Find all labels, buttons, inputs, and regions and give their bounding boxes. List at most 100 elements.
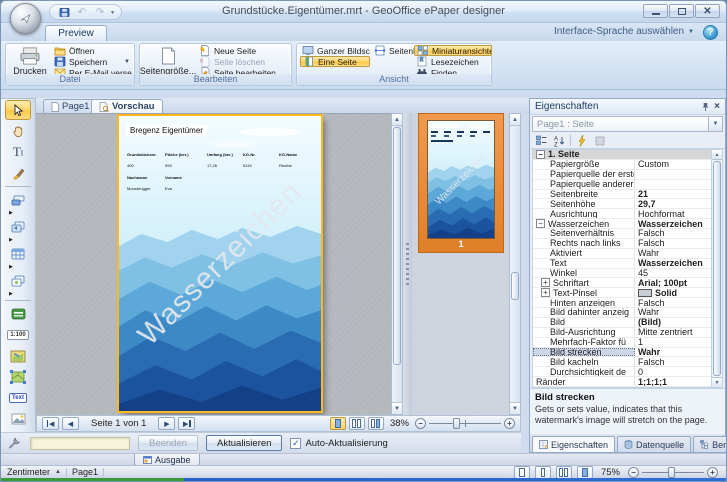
chevron-up-icon[interactable]: ▲	[55, 469, 61, 475]
last-page-button[interactable]: ▶	[178, 417, 196, 430]
next-page-button[interactable]: ▶	[158, 417, 176, 430]
zoom-out-button[interactable]: −	[415, 418, 426, 429]
preview-canvas[interactable]: Wasserzeichen Bregenz Eigentümer Grundst…	[36, 113, 391, 415]
band-tool-dropdown[interactable]: ▶	[1, 210, 35, 216]
aktualisieren-button[interactable]: Aktualisieren	[206, 435, 283, 451]
pin-icon[interactable]	[701, 102, 710, 112]
status-view-mode-3[interactable]	[555, 465, 572, 479]
property-row-23[interactable]: Ränder 1;1;1;1	[533, 377, 711, 387]
status-view-mode-2[interactable]	[534, 465, 551, 479]
events-button[interactable]	[574, 134, 589, 147]
status-zoom-slider[interactable]: − +	[628, 466, 718, 478]
property-row-22[interactable]: Durchsichtigkeit de 0	[533, 367, 711, 378]
drucken-button[interactable]: Drucken	[8, 46, 52, 77]
text-label-tool[interactable]: Text	[5, 388, 31, 408]
categorized-view-button[interactable]	[534, 134, 549, 147]
text-tool[interactable]: TI	[5, 142, 31, 162]
tab-page1[interactable]: Page1	[43, 99, 98, 113]
scroll-down-icon[interactable]: ▼	[712, 377, 722, 387]
scale-bar-tool[interactable]	[5, 304, 31, 324]
property-row-20[interactable]: Bild strecken Wahr	[533, 347, 711, 358]
close-button[interactable]: ✕	[695, 4, 720, 18]
auto-update-label[interactable]: Auto-Aktualisierung	[305, 438, 387, 449]
application-menu-button[interactable]	[10, 3, 41, 34]
zoom-out-button[interactable]: −	[628, 466, 639, 478]
property-row-11[interactable]: Text Wasserzeichen	[533, 258, 711, 269]
thumbnail-page-1[interactable]: Wasserzeichen 1	[418, 113, 504, 253]
scroll-up-icon[interactable]: ▲	[510, 114, 520, 126]
minimize-button[interactable]	[643, 4, 668, 18]
ganzer-bildschirm-button[interactable]: Ganzer Bildschi...	[300, 45, 370, 56]
property-row-2[interactable]: Papierquelle der erste	[533, 169, 711, 180]
multi-page-view-button[interactable]	[367, 417, 384, 430]
duplicate-tool[interactable]	[5, 271, 31, 291]
tab-berichtsbaum[interactable]: Berichtsbaum	[693, 436, 726, 452]
property-row-15[interactable]: Hinten anzeigen Falsch	[533, 298, 711, 308]
component-tool-dropdown[interactable]: ▶	[1, 237, 35, 243]
table-frame-tool-dropdown[interactable]: ▶	[1, 264, 35, 270]
property-row-14[interactable]: + Text-Pinsel Solid	[533, 288, 711, 299]
oeffnen-button[interactable]: Öffnen	[52, 45, 132, 56]
property-row-7[interactable]: − Wasserzeichen Wasserzeichen	[533, 219, 711, 229]
duplicate-tool-dropdown[interactable]: ▶	[1, 291, 35, 297]
alphabetical-sort-button[interactable]: AZ	[552, 134, 567, 147]
scroll-up-icon[interactable]: ▲	[392, 114, 402, 126]
eine-seite-button[interactable]: Eine Seite	[300, 56, 370, 67]
property-row-6[interactable]: Ausrichtung Hochformat	[533, 209, 711, 220]
units-selector[interactable]: Zentimeter	[7, 467, 50, 477]
image-tool[interactable]	[5, 409, 31, 429]
collapse-icon[interactable]: −	[536, 150, 545, 159]
zoom-in-button[interactable]: +	[707, 466, 718, 478]
seitengroesse-button[interactable]: Seitengröße...	[140, 46, 196, 77]
tools-icon[interactable]	[7, 436, 22, 450]
chevron-down-icon[interactable]: ▼	[124, 59, 130, 65]
extra-properties-button[interactable]	[592, 134, 607, 147]
scroll-up-icon[interactable]: ▲	[712, 150, 722, 160]
scroll-down-icon[interactable]: ▼	[510, 402, 520, 414]
help-button[interactable]: ?	[703, 25, 718, 40]
single-page-view-button[interactable]	[329, 417, 346, 430]
property-row-12[interactable]: Winkel 45	[533, 268, 711, 279]
scroll-down-icon[interactable]: ▼	[392, 402, 402, 414]
map-frame-tool[interactable]	[5, 367, 31, 387]
tab-vorschau[interactable]: Vorschau	[91, 99, 163, 113]
expand-icon[interactable]: +	[541, 288, 550, 298]
zoom-slider-thumb[interactable]	[453, 418, 460, 429]
canvas-scrollbar-thumb[interactable]	[393, 127, 401, 365]
zoom-in-button[interactable]: +	[504, 418, 515, 429]
select-tool[interactable]	[5, 100, 31, 120]
tab-datenquelle[interactable]: Datenquelle	[617, 436, 692, 452]
collapse-icon[interactable]: −	[536, 219, 545, 228]
property-row-10[interactable]: Aktiviert Wahr	[533, 248, 711, 259]
property-row-18[interactable]: Bild-Ausrichtung Mitte zentriert	[533, 327, 711, 338]
format-brush-tool[interactable]	[5, 163, 31, 183]
map-tool[interactable]	[5, 346, 31, 366]
expand-icon[interactable]: +	[541, 278, 550, 288]
close-panel-icon[interactable]: ×	[714, 101, 720, 112]
property-row-3[interactable]: Papierquelle anderer S	[533, 179, 711, 190]
thumbnail-scrollbar[interactable]: ▲ ▼	[509, 113, 521, 415]
beenden-button[interactable]: Beenden	[138, 435, 199, 451]
tab-preview[interactable]: Preview	[45, 25, 107, 41]
miniaturansichten-button[interactable]: Miniaturansichten	[414, 45, 492, 56]
status-view-mode-1[interactable]	[513, 465, 530, 479]
property-row-4[interactable]: Seitenbreite 21	[533, 189, 711, 200]
property-row-16[interactable]: Bild dahinter anzeig Wahr	[533, 308, 711, 318]
neue-seite-button[interactable]: Neue Seite	[197, 45, 288, 56]
property-row-17[interactable]: Bild (Bild)	[533, 317, 711, 328]
tab-eigenschaften[interactable]: Eigenschaften	[532, 436, 616, 452]
thumbnail-scrollbar-thumb[interactable]	[511, 272, 519, 300]
panel-splitter[interactable]	[403, 113, 412, 415]
auto-update-checkbox[interactable]: ✓	[290, 437, 302, 449]
previous-page-button[interactable]: ◀	[62, 417, 79, 430]
seite-loeschen-button[interactable]: Seite löschen	[197, 56, 288, 67]
property-row-8[interactable]: Seitenverhältnis Falsch	[533, 229, 711, 239]
save-icon[interactable]	[57, 6, 71, 19]
document-page[interactable]: Wasserzeichen Bregenz Eigentümer Grundst…	[119, 116, 321, 411]
property-row-5[interactable]: Seitenhöhe 29,7	[533, 199, 711, 210]
property-row-9[interactable]: Rechts nach links Falsch	[533, 238, 711, 249]
restore-button[interactable]	[669, 4, 694, 18]
status-view-mode-4[interactable]	[576, 465, 593, 479]
redo-icon[interactable]: ↷	[93, 6, 107, 19]
table-frame-tool[interactable]	[5, 244, 31, 264]
